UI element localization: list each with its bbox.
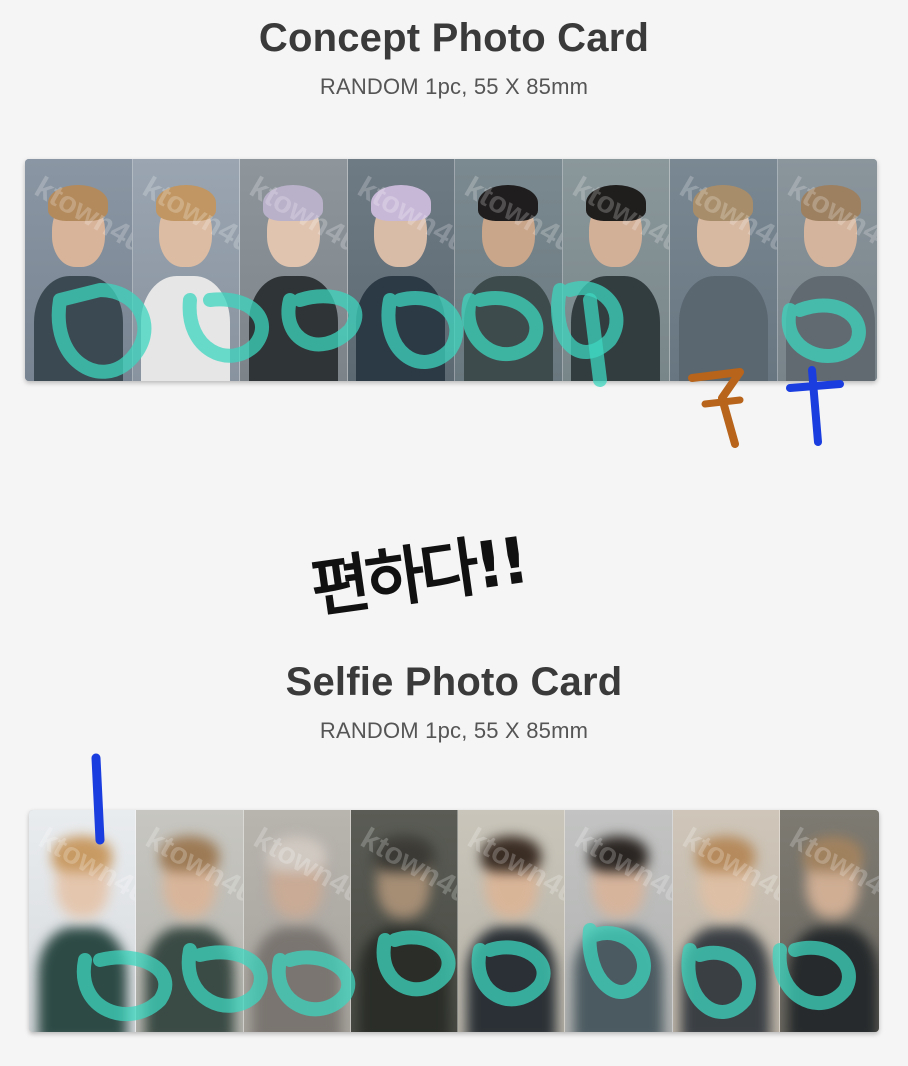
concept-title: Concept Photo Card	[258, 16, 650, 60]
concept-photo-card: ktown4u	[240, 159, 348, 381]
member-figure	[571, 275, 661, 381]
selfie-photo-card: ktown4u	[136, 810, 244, 1032]
concept-photo-card: ktown4u	[132, 159, 240, 381]
member-figure	[788, 926, 878, 1032]
member-figure	[681, 926, 771, 1032]
member-figure	[466, 926, 556, 1032]
selfie-photo-card: ktown4u	[672, 810, 780, 1032]
member-figure	[678, 275, 768, 381]
member-figure	[359, 926, 449, 1032]
concept-photo-card: ktown4u	[25, 159, 133, 381]
member-figure	[33, 275, 123, 381]
selfie-photo-card: ktown4u	[243, 810, 351, 1032]
concept-photo-card: ktown4u	[347, 159, 455, 381]
member-figure	[463, 275, 553, 381]
concept-photo-card-strip: ktown4u ktown4u ktown4u ktown4u ktown4u ktown…	[25, 159, 877, 381]
orange-seven-mark	[688, 368, 744, 448]
selfie-photo-card: ktown4u	[458, 810, 566, 1032]
member-figure	[248, 275, 338, 381]
selfie-photo-card: ktown4u	[350, 810, 458, 1032]
member-figure	[356, 275, 446, 381]
member-figure	[144, 926, 234, 1032]
concept-subtitle: RANDOM 1pc, 55 X 85mm	[319, 74, 589, 99]
member-figure	[141, 275, 231, 381]
selfie-title: Selfie Photo Card	[285, 660, 623, 704]
selfie-photo-card-strip: ktown4u ktown4u ktown4u ktown4u ktown4u ktown…	[29, 810, 879, 1032]
member-figure	[786, 275, 876, 381]
member-figure	[252, 926, 342, 1032]
concept-photo-card: ktown4u	[670, 159, 778, 381]
handwritten-note: 편하다!!	[307, 520, 640, 627]
concept-photo-card: ktown4u	[562, 159, 670, 381]
selfie-photo-card: ktown4u	[565, 810, 673, 1032]
member-figure	[573, 926, 663, 1032]
handwritten-note-text: 편하다!!	[306, 524, 530, 628]
concept-photo-card: ktown4u	[455, 159, 563, 381]
selfie-photo-card: ktown4u	[779, 810, 879, 1032]
selfie-photo-card: ktown4u	[29, 810, 137, 1032]
selfie-subtitle: RANDOM 1pc, 55 X 85mm	[319, 718, 589, 743]
concept-photo-card: ktown4u	[777, 159, 877, 381]
member-figure	[37, 926, 127, 1032]
